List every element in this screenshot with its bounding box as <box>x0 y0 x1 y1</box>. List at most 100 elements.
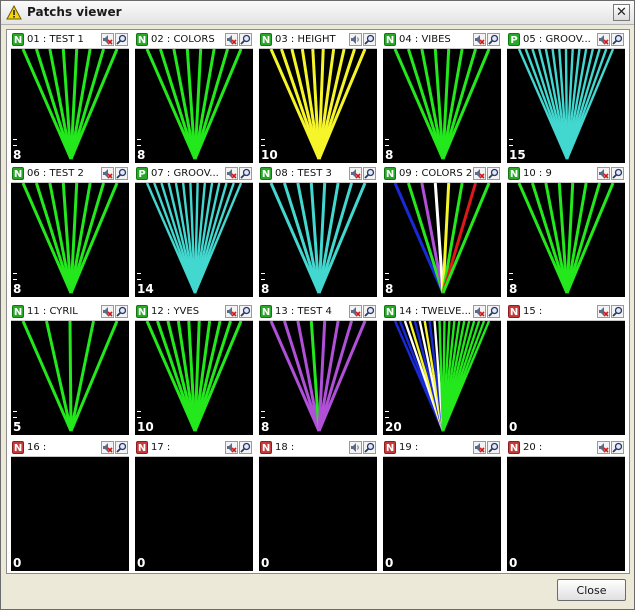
patch-tile-header: N 03 : HEIGHT <box>259 32 377 49</box>
magnifier-icon[interactable] <box>115 33 128 46</box>
window-title: Patchs viewer <box>27 5 122 19</box>
patch-tile[interactable]: N 12 : YVES 10 <box>135 304 253 435</box>
magnifier-icon[interactable] <box>363 167 376 180</box>
patch-tile[interactable]: N 09 : COLORS 2 8 <box>383 166 501 297</box>
patch-type-badge: P <box>136 167 148 180</box>
patch-tile[interactable]: N 15 : 0 <box>507 304 625 435</box>
patch-type-badge: N <box>384 33 396 46</box>
patch-name: 08 : TEST 3 <box>275 168 332 179</box>
speaker-muted-icon[interactable] <box>225 441 238 454</box>
patch-tile-header: N 14 : TWELVE... <box>383 304 501 321</box>
speaker-muted-icon[interactable] <box>473 33 486 46</box>
patch-type-badge: N <box>508 305 520 318</box>
patch-type-badge: N <box>260 305 272 318</box>
magnifier-icon[interactable] <box>611 33 624 46</box>
magnifier-icon[interactable] <box>239 167 252 180</box>
magnifier-icon[interactable] <box>487 167 500 180</box>
patch-tile[interactable]: N 20 : 0 <box>507 440 625 571</box>
patch-tile[interactable]: P 07 : GROOV... 14 <box>135 166 253 297</box>
patch-name: 03 : HEIGHT <box>275 34 336 45</box>
patch-tile-header: P 05 : GROOV... <box>507 32 625 49</box>
laser-beam <box>317 321 367 432</box>
patch-tile[interactable]: N 04 : VIBES 8 <box>383 32 501 163</box>
patch-tile[interactable]: N 01 : TEST 1 8 <box>11 32 129 163</box>
patch-tile[interactable]: N 03 : HEIGHT 10 <box>259 32 377 163</box>
magnifier-icon[interactable] <box>611 305 624 318</box>
magnifier-icon[interactable] <box>611 441 624 454</box>
title-bar[interactable]: Patchs viewer ✕ <box>1 1 634 25</box>
speaker-muted-icon[interactable] <box>473 441 486 454</box>
patch-tile[interactable]: N 13 : TEST 4 8 <box>259 304 377 435</box>
magnifier-icon[interactable] <box>239 305 252 318</box>
speaker-muted-icon[interactable] <box>597 33 610 46</box>
patch-name: 19 : <box>399 442 419 453</box>
speaker-muted-icon[interactable] <box>101 33 114 46</box>
window-close-button[interactable]: ✕ <box>613 4 630 21</box>
patch-name: 10 : 9 <box>523 168 552 179</box>
patch-grid: N 01 : TEST 1 8 N 02 : COLORS 8 N 03 : HEIGHT 10… <box>6 29 630 574</box>
patch-name: 13 : TEST 4 <box>275 306 332 317</box>
level-ticks <box>385 406 390 418</box>
magnifier-icon[interactable] <box>115 167 128 180</box>
speaker-icon[interactable] <box>349 441 362 454</box>
patch-tile[interactable]: P 05 : GROOV... 15 <box>507 32 625 163</box>
patch-tile[interactable]: N 06 : TEST 2 8 <box>11 166 129 297</box>
magnifier-icon[interactable] <box>487 441 500 454</box>
magnifier-icon[interactable] <box>239 33 252 46</box>
speaker-muted-icon[interactable] <box>349 167 362 180</box>
magnifier-icon[interactable] <box>239 441 252 454</box>
patch-tile[interactable]: N 10 : 9 8 <box>507 166 625 297</box>
level-ticks <box>13 134 18 146</box>
speaker-muted-icon[interactable] <box>225 33 238 46</box>
patch-tile-header: N 08 : TEST 3 <box>259 166 377 183</box>
patch-tile[interactable]: N 14 : TWELVE... 20 <box>383 304 501 435</box>
speaker-muted-icon[interactable] <box>101 167 114 180</box>
laser-beam <box>317 183 367 294</box>
magnifier-icon[interactable] <box>363 305 376 318</box>
patch-preview: 8 <box>383 49 501 163</box>
speaker-muted-icon[interactable] <box>473 167 486 180</box>
patch-tile[interactable]: N 11 : CYRIL 5 <box>11 304 129 435</box>
magnifier-icon[interactable] <box>115 441 128 454</box>
patch-preview: 8 <box>259 321 377 435</box>
speaker-muted-icon[interactable] <box>597 441 610 454</box>
speaker-muted-icon[interactable] <box>597 305 610 318</box>
laser-beam <box>68 321 73 432</box>
speaker-muted-icon[interactable] <box>225 167 238 180</box>
patch-preview: 5 <box>11 321 129 435</box>
speaker-muted-icon[interactable] <box>473 305 486 318</box>
patch-tile[interactable]: N 17 : 0 <box>135 440 253 571</box>
magnifier-icon[interactable] <box>487 33 500 46</box>
patch-tile[interactable]: N 02 : COLORS 8 <box>135 32 253 163</box>
patch-tile-header: N 19 : <box>383 440 501 457</box>
beam-fan <box>21 183 119 294</box>
beam-count: 0 <box>509 556 518 570</box>
magnifier-icon[interactable] <box>363 441 376 454</box>
magnifier-icon[interactable] <box>487 305 500 318</box>
magnifier-icon[interactable] <box>115 305 128 318</box>
patch-tile[interactable]: N 19 : 0 <box>383 440 501 571</box>
speaker-muted-icon[interactable] <box>597 167 610 180</box>
beam-fan <box>517 49 615 160</box>
patch-tile[interactable]: N 18 : 0 <box>259 440 377 571</box>
speaker-muted-icon[interactable] <box>225 305 238 318</box>
beam-count: 14 <box>137 282 154 296</box>
patch-tile[interactable]: N 08 : TEST 3 8 <box>259 166 377 297</box>
patch-tile[interactable]: N 16 : 0 <box>11 440 129 571</box>
magnifier-icon[interactable] <box>611 167 624 180</box>
close-button[interactable]: Close <box>557 579 626 601</box>
speaker-muted-icon[interactable] <box>101 305 114 318</box>
speaker-muted-icon[interactable] <box>349 305 362 318</box>
magnifier-icon[interactable] <box>363 33 376 46</box>
beam-fan <box>145 321 243 432</box>
patch-name: 17 : <box>151 442 171 453</box>
level-ticks <box>137 268 142 280</box>
speaker-muted-icon[interactable] <box>101 441 114 454</box>
patch-name: 20 : <box>523 442 543 453</box>
patch-preview: 14 <box>135 183 253 297</box>
speaker-icon[interactable] <box>349 33 362 46</box>
patch-tile-header: N 01 : TEST 1 <box>11 32 129 49</box>
patch-name: 05 : GROOV... <box>523 34 591 45</box>
patch-preview: 10 <box>135 321 253 435</box>
patch-name: 04 : VIBES <box>399 34 451 45</box>
